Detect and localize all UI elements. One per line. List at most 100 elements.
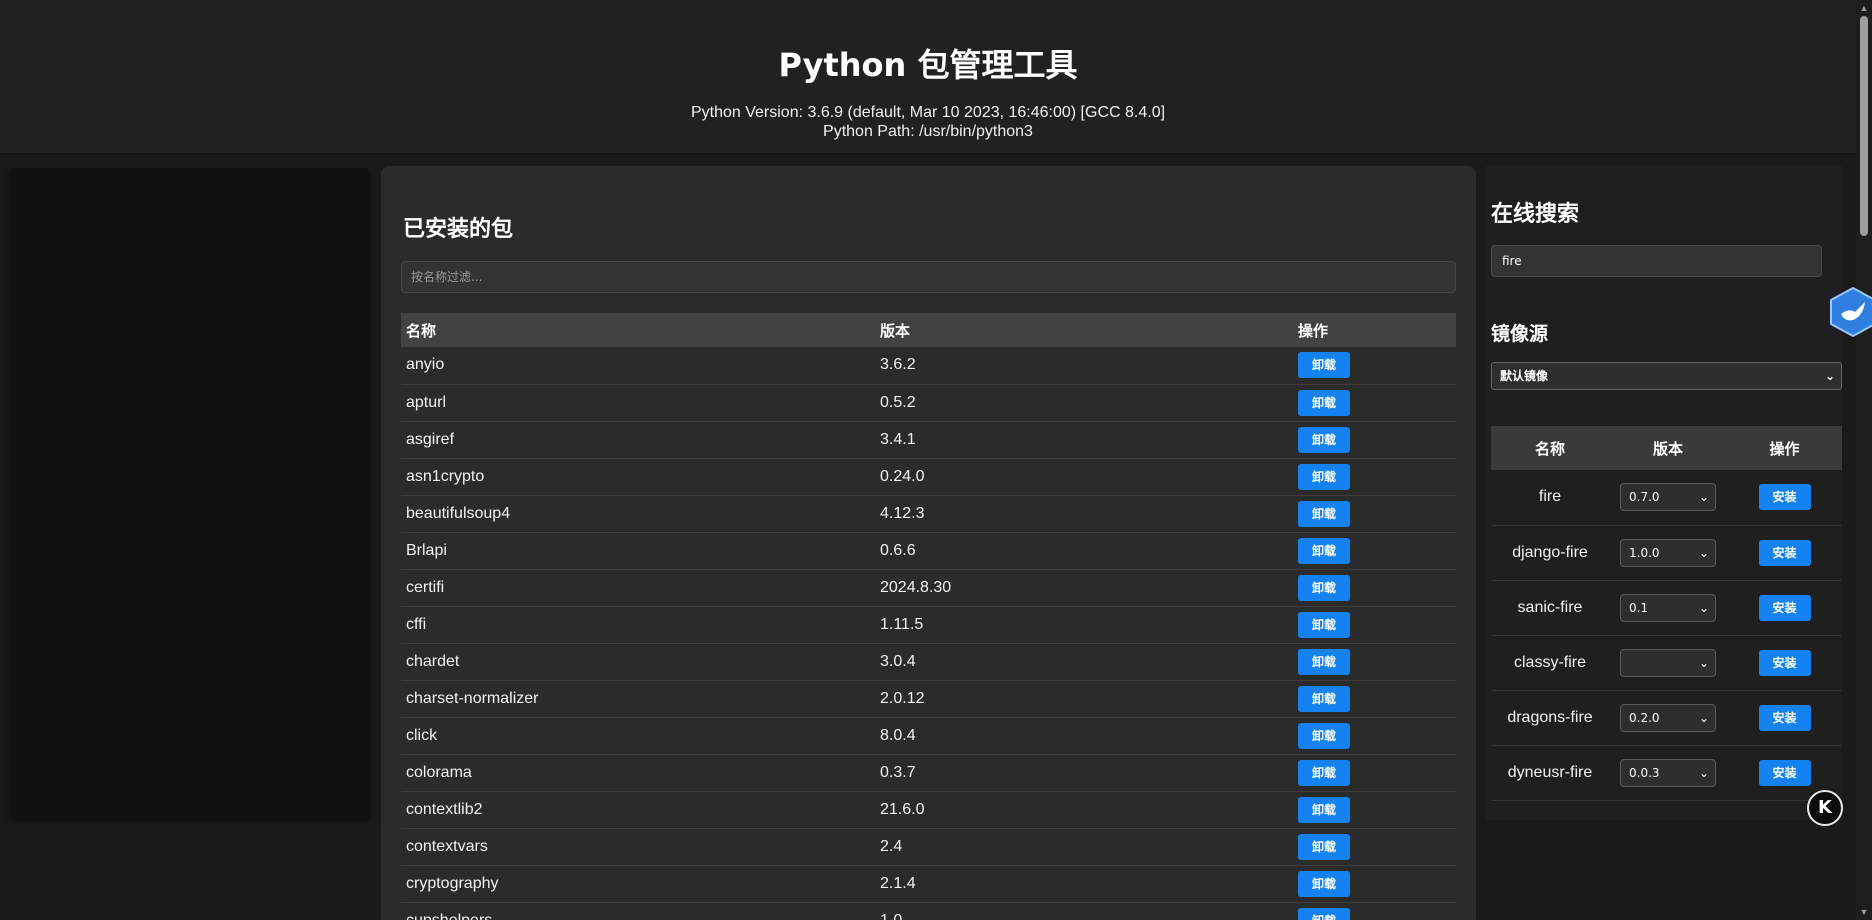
package-name: charset-normalizer	[401, 680, 875, 718]
table-header-row: 名称 版本 操作	[401, 313, 1456, 347]
column-version: 版本	[875, 313, 1293, 347]
uninstall-button[interactable]: 卸载	[1298, 500, 1350, 527]
package-name: anyio	[401, 347, 875, 385]
package-name: cupshelpers	[401, 902, 875, 920]
uninstall-button[interactable]: 卸载	[1298, 870, 1350, 897]
install-button[interactable]: 安装	[1758, 649, 1811, 676]
package-action-cell: 卸载	[1293, 384, 1456, 422]
results-column-action: 操作	[1727, 426, 1842, 470]
scroll-up-arrow-icon[interactable]: ▲	[1856, 0, 1872, 16]
table-row: cryptography 2.1.4 卸载	[401, 865, 1456, 903]
uninstall-button[interactable]: 卸载	[1298, 426, 1350, 453]
result-row: dragons-fire 0.2.0 ⌄ 安装	[1491, 690, 1842, 746]
package-action-cell: 卸载	[1293, 828, 1456, 866]
package-action-cell: 卸载	[1293, 865, 1456, 903]
result-action-cell: 安装	[1727, 690, 1842, 746]
install-button[interactable]: 安装	[1758, 594, 1811, 621]
result-version-cell: 0.7.0 ⌄	[1609, 470, 1727, 526]
package-version: 2.4	[875, 828, 1293, 866]
package-version: 1.0	[875, 902, 1293, 920]
uninstall-button[interactable]: 卸载	[1298, 352, 1350, 379]
column-action: 操作	[1293, 313, 1456, 347]
chevron-down-icon: ⌄	[1698, 710, 1709, 725]
version-selected-value: 0.2.0	[1629, 710, 1660, 725]
uninstall-button[interactable]: 卸载	[1298, 759, 1350, 786]
table-row: colorama 0.3.7 卸载	[401, 754, 1456, 792]
result-name: fire	[1491, 470, 1609, 526]
package-action-cell: 卸载	[1293, 458, 1456, 496]
chevron-down-icon: ⌄	[1698, 765, 1709, 780]
package-name: chardet	[401, 643, 875, 681]
result-name: dyneusr-fire	[1491, 745, 1609, 801]
mirror-select[interactable]: 默认镜像 ⌄	[1491, 362, 1842, 390]
package-action-cell: 卸载	[1293, 643, 1456, 681]
result-row: sanic-fire 0.1 ⌄ 安装	[1491, 580, 1842, 636]
uninstall-button[interactable]: 卸载	[1298, 907, 1350, 920]
install-button[interactable]: 安装	[1758, 539, 1811, 566]
result-action-cell: 安装	[1727, 580, 1842, 636]
result-row: django-fire 1.0.0 ⌄ 安装	[1491, 525, 1842, 581]
scroll-down-arrow-icon[interactable]: ▼	[1856, 904, 1872, 920]
python-path: Python Path: /usr/bin/python3	[823, 123, 1033, 140]
version-select[interactable]: ⌄	[1620, 648, 1716, 677]
installed-packages-panel: 已安装的包 名称 版本 操作 anyio3.6.2卸载apturl0.5.2卸载…	[381, 166, 1476, 920]
left-panel	[10, 168, 370, 820]
python-info: Python Version: 3.6.9 (default, Mar 10 2…	[0, 103, 1856, 141]
install-button[interactable]: 安装	[1758, 704, 1811, 731]
package-version: 21.6.0	[875, 791, 1293, 829]
uninstall-button[interactable]: 卸载	[1298, 722, 1350, 749]
chevron-down-icon: ⌄	[1698, 600, 1709, 615]
chevron-down-icon: ⌄	[1698, 655, 1709, 670]
package-version: 2.0.12	[875, 680, 1293, 718]
package-version: 0.3.7	[875, 754, 1293, 792]
uninstall-button[interactable]: 卸载	[1298, 463, 1350, 490]
package-version: 2024.8.30	[875, 569, 1293, 607]
page-scrollbar[interactable]: ▲ ▼	[1856, 0, 1872, 920]
installed-table: 名称 版本 操作 anyio 3.6.2 卸载 apturl 0.5.2 卸载 asgire…	[401, 313, 1456, 920]
package-version: 3.6.2	[875, 347, 1293, 385]
scroll-thumb[interactable]	[1860, 16, 1868, 236]
result-version-cell: 0.2.0 ⌄	[1609, 690, 1727, 746]
uninstall-button[interactable]: 卸载	[1298, 389, 1350, 416]
uninstall-button[interactable]: 卸载	[1298, 611, 1350, 638]
table-row: certifi 2024.8.30 卸载	[401, 569, 1456, 607]
package-name: cffi	[401, 606, 875, 644]
table-row: anyio 3.6.2 卸载	[401, 347, 1456, 385]
install-button[interactable]: 安装	[1758, 759, 1811, 786]
results-column-version: 版本	[1609, 426, 1727, 470]
bird-icon[interactable]	[1829, 286, 1872, 338]
uninstall-button[interactable]: 卸载	[1298, 685, 1350, 712]
package-action-cell: 卸载	[1293, 902, 1456, 920]
python-version: Python Version: 3.6.9 (default, Mar 10 2…	[690, 104, 1166, 121]
version-select[interactable]: 1.0.0 ⌄	[1620, 538, 1716, 567]
k-logo-icon[interactable]: K	[1807, 790, 1843, 826]
package-version: 1.11.5	[875, 606, 1293, 644]
result-version-cell: ⌄	[1609, 635, 1727, 691]
search-input[interactable]	[1491, 245, 1822, 277]
result-action-cell: 安装	[1727, 525, 1842, 581]
install-button[interactable]: 安装	[1758, 484, 1811, 511]
result-action-cell: 安装	[1727, 635, 1842, 691]
version-select[interactable]: 0.7.0 ⌄	[1620, 483, 1716, 512]
uninstall-button[interactable]: 卸载	[1298, 537, 1350, 564]
result-version-cell: 0.1 ⌄	[1609, 580, 1727, 636]
version-selected-value: 1.0.0	[1629, 545, 1660, 560]
table-row: asgiref 3.4.1 卸载	[401, 421, 1456, 459]
package-version: 0.6.6	[875, 532, 1293, 570]
version-select[interactable]: 0.1 ⌄	[1620, 593, 1716, 622]
package-action-cell: 卸载	[1293, 606, 1456, 644]
version-select[interactable]: 0.0.3 ⌄	[1620, 758, 1716, 787]
table-row: contextvars 2.4 卸载	[401, 828, 1456, 866]
filter-input[interactable]	[401, 261, 1456, 293]
table-row: apturl 0.5.2 卸载	[401, 384, 1456, 422]
result-version-cell: 1.0.0 ⌄	[1609, 525, 1727, 581]
uninstall-button[interactable]: 卸载	[1298, 574, 1350, 601]
uninstall-button[interactable]: 卸载	[1298, 796, 1350, 823]
package-version: 8.0.4	[875, 717, 1293, 755]
uninstall-button[interactable]: 卸载	[1298, 833, 1350, 860]
version-select[interactable]: 0.2.0 ⌄	[1620, 703, 1716, 732]
table-row: click 8.0.4 卸载	[401, 717, 1456, 755]
package-name: beautifulsoup4	[401, 495, 875, 533]
table-row: chardet 3.0.4 卸载	[401, 643, 1456, 681]
uninstall-button[interactable]: 卸载	[1298, 648, 1350, 675]
